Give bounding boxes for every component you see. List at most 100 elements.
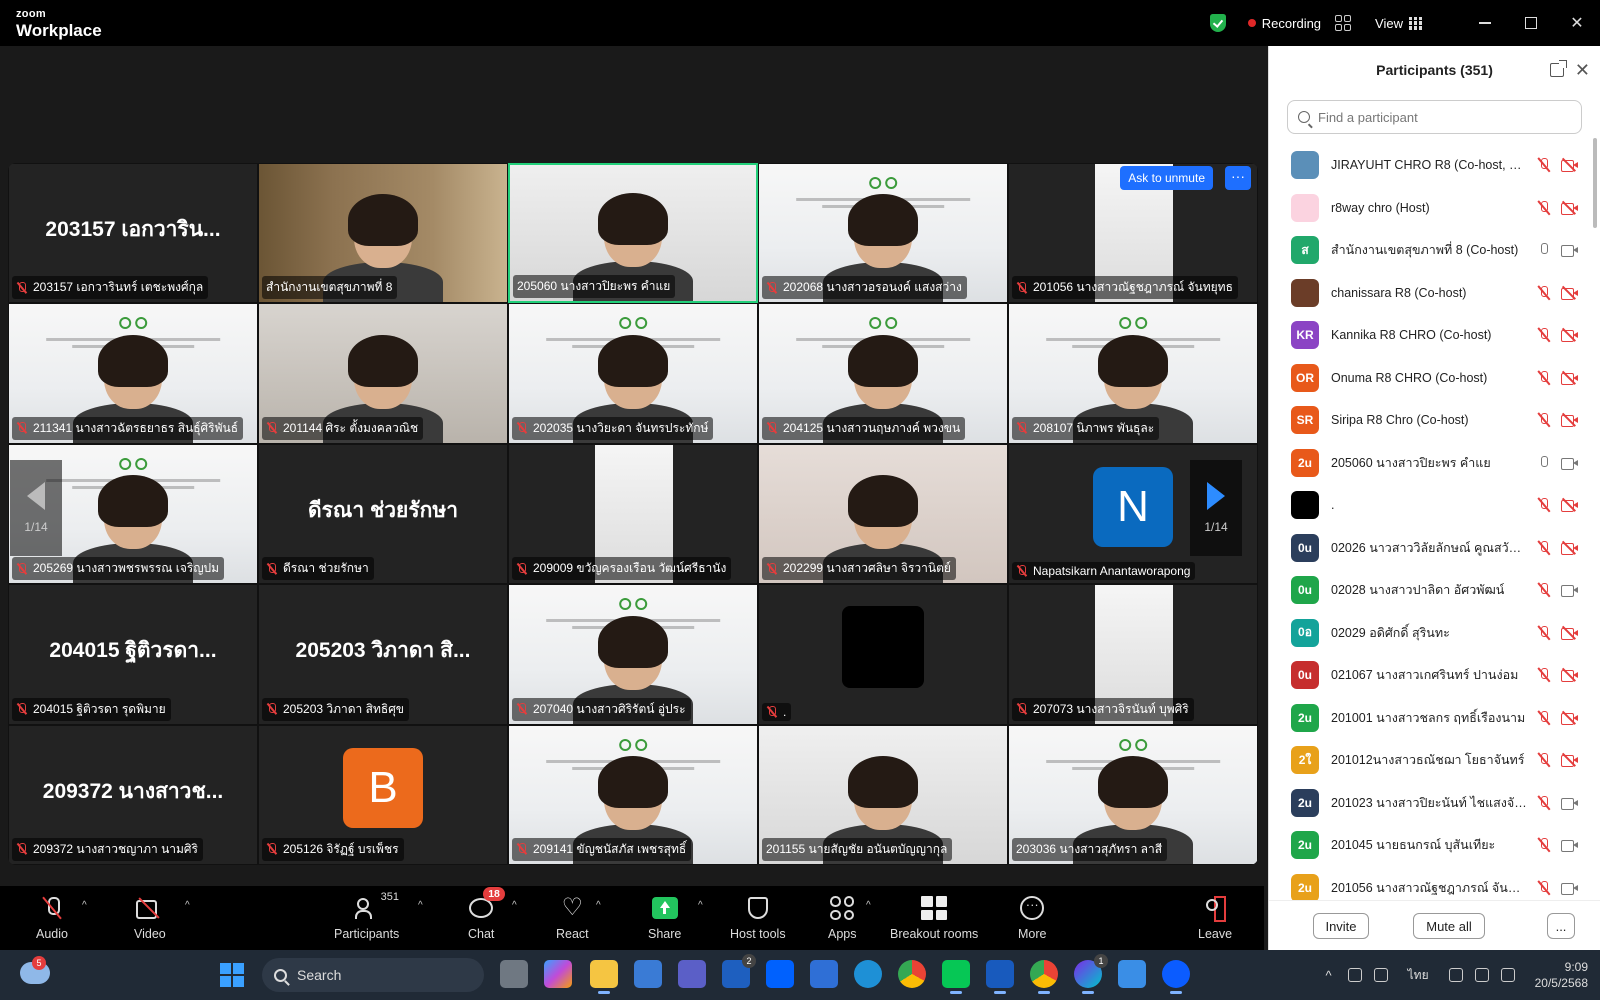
tile-more-button[interactable]: ···: [1225, 166, 1251, 190]
microphone-muted-icon[interactable]: [1537, 710, 1551, 726]
participant-video-tile[interactable]: 205203 วิภาดา สิ... 205203 วิภาดา สิทธิศุ…: [258, 584, 508, 725]
audio-button[interactable]: Audio: [36, 886, 68, 950]
participant-video-tile[interactable]: 201056 นางสาวณัฐชฎาภรณ์ จันทยุทธ Ask to u…: [1008, 163, 1258, 304]
participant-list-item[interactable]: 2u 201001 นางสาวชลกร ฤทธิ์เรืองนาม: [1269, 697, 1600, 740]
microphone-muted-icon[interactable]: [1537, 285, 1551, 301]
clock[interactable]: 9:09 20/5/2568: [1535, 959, 1588, 991]
camera-icon[interactable]: [1561, 881, 1579, 895]
photos-icon[interactable]: [1118, 960, 1146, 988]
participant-video-tile[interactable]: สำนักงานเขตสุขภาพที่ 8: [258, 163, 508, 304]
microphone-muted-icon[interactable]: [1537, 837, 1551, 853]
participant-video-tile[interactable]: .: [758, 584, 1008, 725]
video-options-caret-icon[interactable]: ^: [185, 900, 190, 911]
close-panel-icon[interactable]: ✕: [1575, 60, 1590, 81]
microphone-muted-icon[interactable]: [1537, 795, 1551, 811]
leave-button[interactable]: Leave: [1198, 886, 1232, 950]
recording-label[interactable]: Recording: [1262, 16, 1321, 31]
participant-video-tile[interactable]: 204015 ฐิติวรดา... 204015 ฐิติวรดา รุดพิม…: [8, 584, 258, 725]
camera-off-icon[interactable]: [1561, 285, 1579, 300]
camera-off-icon[interactable]: [1561, 540, 1579, 555]
participant-video-tile[interactable]: 211341 นางสาวฉัตรธยาธร สินธุ์ศิริพันธ์: [8, 303, 258, 444]
participant-video-tile[interactable]: 202299 นางสาวศลิษา จิรวานิตย์: [758, 443, 1008, 585]
ask-to-unmute-button[interactable]: Ask to unmute: [1120, 166, 1213, 190]
participant-video-tile[interactable]: 201155 นายสัญชัย อนันตบัญญากุล: [758, 724, 1008, 865]
microphone-muted-icon[interactable]: [1537, 412, 1551, 428]
zoom-app-icon[interactable]: [1162, 960, 1190, 994]
view-grid-icon[interactable]: [1409, 16, 1422, 30]
notepad-icon[interactable]: [810, 960, 838, 988]
windows-start-icon[interactable]: [220, 963, 244, 987]
chat-button[interactable]: 18 Chat: [468, 886, 505, 950]
participant-list-item[interactable]: 0u 021067 นางสาวเกศรินทร์ ปานง่อม: [1269, 654, 1600, 697]
previous-page-button[interactable]: 1/14: [10, 460, 62, 556]
participant-video-tile[interactable]: ดีรณา ช่วยรักษา ดีรณา ช่วยรักษา: [258, 443, 508, 585]
participant-search[interactable]: [1287, 100, 1582, 134]
panel-more-button[interactable]: ...: [1547, 913, 1575, 939]
microphone-muted-icon[interactable]: [1537, 582, 1551, 598]
participant-video-tile[interactable]: 202035 นางวิยะดา จันทรประทักษ์: [508, 303, 758, 444]
participant-list-item[interactable]: ส สำนักงานเขตสุขภาพที่ 8 (Co-host): [1269, 229, 1600, 272]
apps-button[interactable]: Apps: [828, 886, 857, 950]
camera-icon[interactable]: [1561, 456, 1579, 470]
copilot-icon[interactable]: [544, 960, 572, 988]
participant-video-tile[interactable]: 203036 นางสาวสุภัทรา ลาสี: [1008, 724, 1258, 865]
participant-list-item[interactable]: KR Kannika R8 CHRO (Co-host): [1269, 314, 1600, 357]
participant-video-tile[interactable]: 209141 ขัญชนัสภัส เพชรสุทธิ์: [508, 724, 758, 865]
canva-icon[interactable]: 1: [1074, 954, 1108, 994]
camera-icon[interactable]: [1561, 243, 1579, 258]
participant-list-item[interactable]: .: [1269, 484, 1600, 527]
pen-icon[interactable]: [1373, 968, 1388, 982]
store-icon[interactable]: [634, 960, 662, 988]
audio-options-caret-icon[interactable]: ^: [82, 900, 87, 911]
mute-all-button[interactable]: Mute all: [1413, 913, 1485, 939]
participant-list-item[interactable]: 2u 201023 นางสาวปิยะนันท์ ไชแสงจันทร์: [1269, 782, 1600, 825]
participant-list-item[interactable]: JIRAYUHT CHRO R8 (Co-host, me): [1269, 144, 1600, 187]
participant-list-item[interactable]: 2u 205060 นางสาวปิยะพร คำแย: [1269, 442, 1600, 485]
camera-icon[interactable]: [1561, 583, 1579, 598]
chrome-profile-icon[interactable]: [1030, 960, 1058, 994]
participant-video-tile[interactable]: B 205126 จิรัฏฐ์ บรเพ็ชร: [258, 724, 508, 865]
participant-list-item[interactable]: 2u 201045 นายธนกรณ์ บุสันเทียะ: [1269, 824, 1600, 867]
microphone-muted-icon[interactable]: [1537, 880, 1551, 896]
dropbox-icon[interactable]: [766, 960, 794, 988]
wifi-icon[interactable]: [1448, 968, 1463, 982]
microphone-muted-icon[interactable]: [1537, 497, 1551, 513]
minimize-button[interactable]: [1462, 0, 1508, 46]
popout-icon[interactable]: [1550, 60, 1567, 77]
participant-video-tile[interactable]: 207040 นางสาวศิริรัตน์ อู่ประ: [508, 584, 758, 725]
battery-icon[interactable]: [1500, 968, 1515, 982]
teams-icon[interactable]: [678, 960, 706, 988]
microphone-muted-icon[interactable]: [1537, 667, 1551, 683]
speaker-muted-icon[interactable]: [1474, 968, 1489, 982]
camera-off-icon[interactable]: [1561, 753, 1579, 768]
network-status-icon[interactable]: [1347, 968, 1362, 982]
participant-list-item[interactable]: 2ใ 201012นางสาวธณัชฌา โยธาจันทร์: [1269, 739, 1600, 782]
participant-video-tile[interactable]: 203157 เอกวาริน... 203157 เอกวารินทร์ เตช…: [8, 163, 258, 304]
tray-overflow-icon[interactable]: ^: [1326, 968, 1332, 983]
react-options-caret-icon[interactable]: ^: [596, 900, 601, 911]
word-icon[interactable]: [986, 960, 1014, 994]
line-icon[interactable]: [942, 960, 970, 994]
microphone-muted-icon[interactable]: [1537, 327, 1551, 343]
camera-off-icon[interactable]: [1561, 158, 1579, 173]
microphone-muted-icon[interactable]: [1537, 200, 1551, 216]
encryption-shield-icon[interactable]: [1209, 14, 1226, 32]
l-app-icon[interactable]: 2: [722, 954, 756, 988]
camera-off-icon[interactable]: [1561, 625, 1579, 640]
apps-options-caret-icon[interactable]: ^: [866, 900, 871, 911]
view-button[interactable]: View: [1375, 16, 1403, 31]
close-window-button[interactable]: ✕: [1554, 0, 1600, 46]
microphone-muted-icon[interactable]: [1537, 540, 1551, 556]
share-options-caret-icon[interactable]: ^: [698, 900, 703, 911]
participants-options-caret-icon[interactable]: ^: [418, 900, 423, 911]
camera-off-icon[interactable]: [1561, 328, 1579, 343]
participant-video-tile[interactable]: 208107 นิภาพร พันธุละ: [1008, 303, 1258, 444]
participant-video-tile[interactable]: 207073 นางสาวจิรนันท์ บุพศิริ: [1008, 584, 1258, 725]
participant-list-item[interactable]: r8way chro (Host): [1269, 187, 1600, 230]
maximize-button[interactable]: [1508, 0, 1554, 46]
task-view-icon[interactable]: [500, 960, 528, 988]
video-button[interactable]: Video: [134, 886, 166, 950]
participant-video-tile[interactable]: 201144 ศิระ ตั้งมงคลวณิช: [258, 303, 508, 444]
share-button[interactable]: Share: [648, 886, 681, 950]
camera-off-icon[interactable]: [1561, 498, 1579, 513]
